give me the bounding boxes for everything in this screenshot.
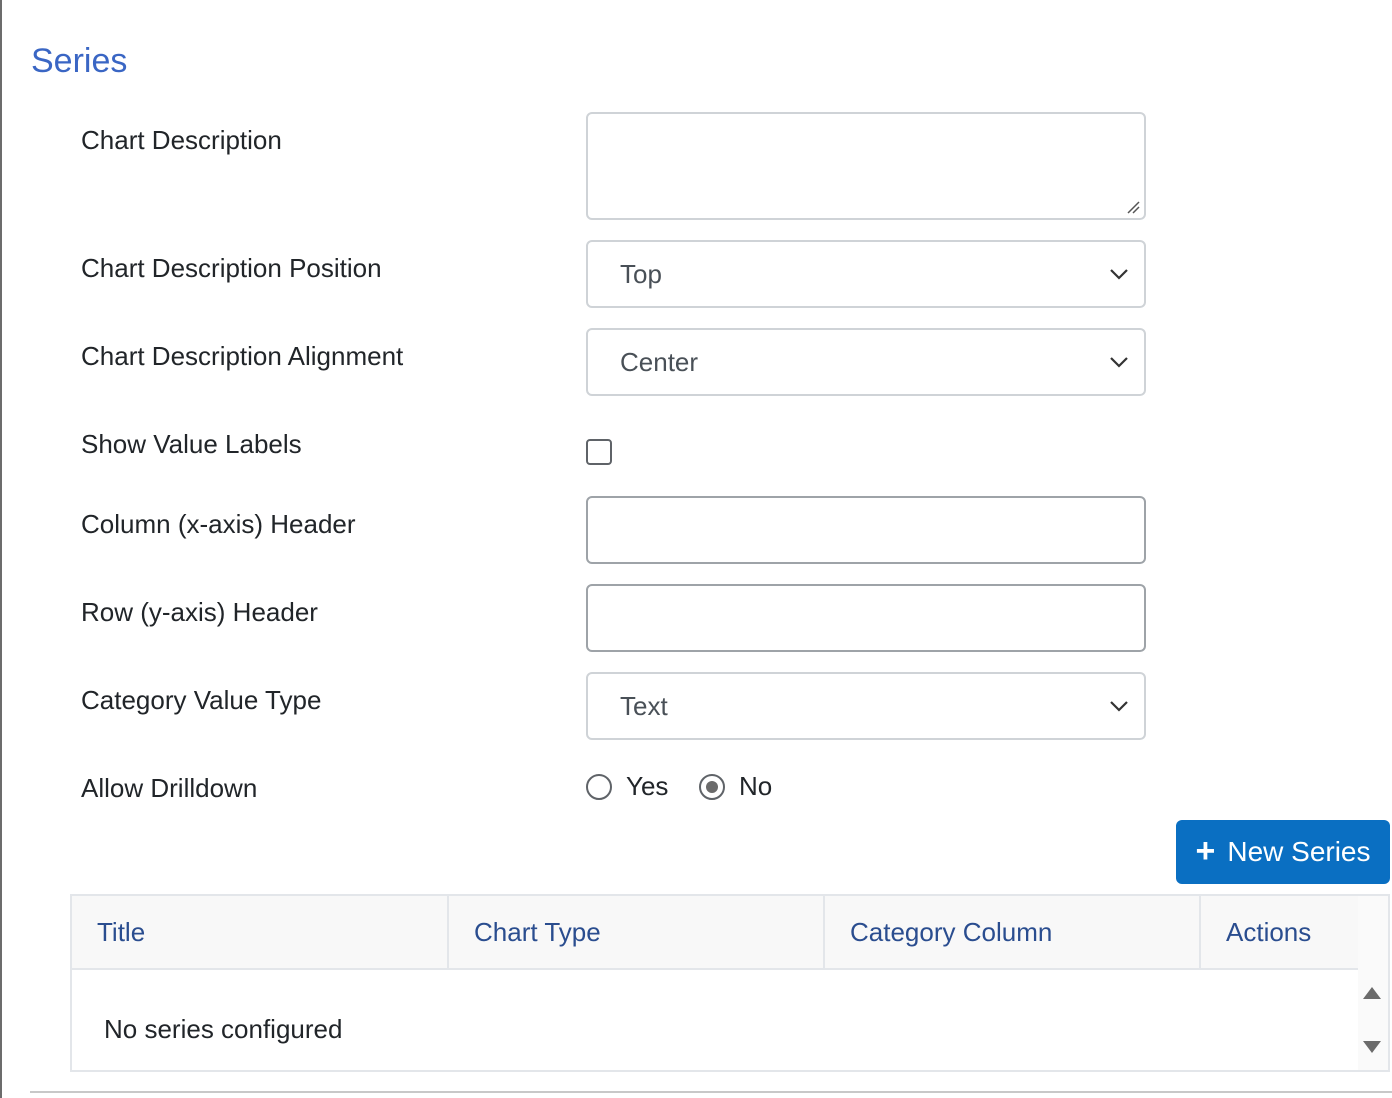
- series-table: Title Chart Type Category Column Actions…: [70, 894, 1390, 1072]
- allow-drilldown-label: Allow Drilldown: [81, 773, 258, 803]
- table-scrollbar[interactable]: [1358, 896, 1388, 1070]
- chart-description-position-select[interactable]: Top: [586, 240, 1146, 308]
- chevron-down-icon: [1110, 701, 1128, 712]
- chart-description-position-value: Top: [620, 259, 662, 289]
- chart-description-alignment-label: Chart Description Alignment: [81, 341, 404, 371]
- chart-description-alignment-value: Center: [620, 347, 699, 377]
- chart-description-textarea[interactable]: [586, 112, 1146, 220]
- drilldown-no-radio[interactable]: [699, 774, 725, 800]
- column-header-label: Column (x-axis) Header: [81, 509, 356, 539]
- category-value-type-select[interactable]: Text: [586, 672, 1146, 740]
- chevron-down-icon: [1110, 269, 1128, 280]
- resize-grip-icon[interactable]: [1126, 200, 1140, 214]
- drilldown-no-label[interactable]: No: [739, 771, 772, 802]
- section-title: Series: [31, 42, 128, 80]
- plus-icon: +: [1195, 831, 1216, 870]
- drilldown-yes-label[interactable]: Yes: [626, 771, 668, 802]
- bottom-divider: [30, 1091, 1392, 1093]
- category-value-type-value: Text: [620, 691, 668, 721]
- drilldown-yes-radio[interactable]: [586, 774, 612, 800]
- chart-description-alignment-select[interactable]: Center: [586, 328, 1146, 396]
- row-header-input[interactable]: [586, 584, 1146, 652]
- scroll-up-icon[interactable]: [1362, 986, 1382, 1000]
- row-header-label: Row (y-axis) Header: [81, 597, 318, 627]
- table-header: Title Chart Type Category Column Actions: [72, 896, 1360, 970]
- column-header-actions[interactable]: Actions: [1201, 896, 1360, 968]
- chart-description-position-label: Chart Description Position: [81, 253, 382, 283]
- empty-table-message: No series configured: [104, 1014, 343, 1044]
- chart-description-label: Chart Description: [81, 125, 282, 155]
- show-value-labels-label: Show Value Labels: [81, 429, 302, 459]
- new-series-button[interactable]: + New Series: [1176, 820, 1390, 884]
- new-series-label: New Series: [1227, 836, 1371, 867]
- show-value-labels-checkbox[interactable]: [586, 439, 612, 465]
- scroll-down-icon[interactable]: [1362, 1040, 1382, 1054]
- category-value-type-label: Category Value Type: [81, 685, 322, 715]
- column-header-category-column[interactable]: Category Column: [825, 896, 1201, 968]
- column-header-input[interactable]: [586, 496, 1146, 564]
- column-header-title[interactable]: Title: [72, 896, 449, 968]
- column-header-chart-type[interactable]: Chart Type: [449, 896, 825, 968]
- chevron-down-icon: [1110, 357, 1128, 368]
- left-border: [0, 0, 2, 1098]
